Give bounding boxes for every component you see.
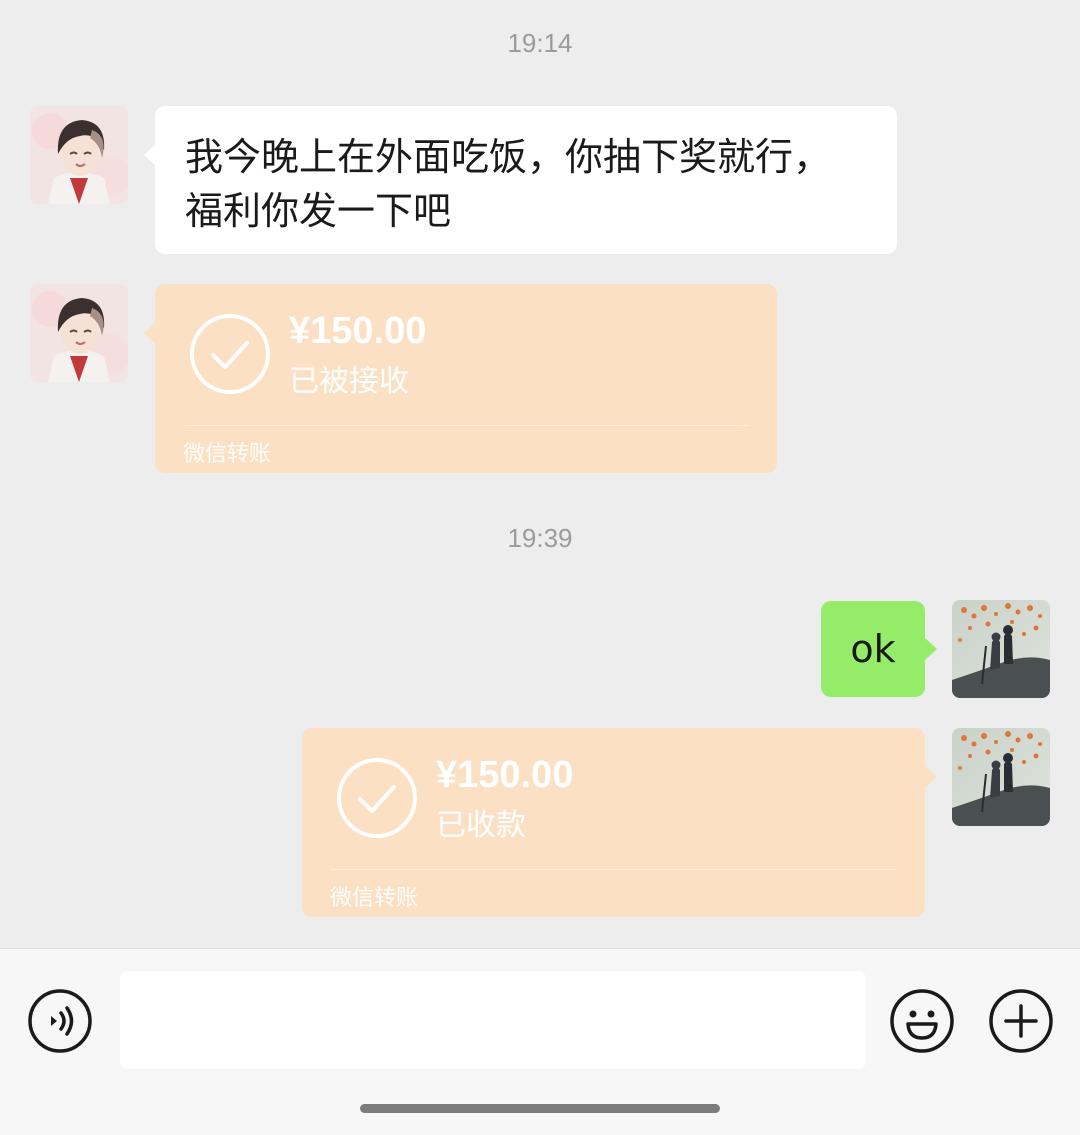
emoji-icon[interactable] [889, 988, 955, 1054]
transfer-card[interactable]: ¥150.00 已收款 微信转账 [302, 728, 925, 917]
transfer-footer: 微信转账 [330, 886, 419, 911]
message-text: ok [850, 627, 896, 671]
transfer-footer: 微信转账 [183, 442, 272, 467]
check-circle-icon [337, 758, 417, 838]
transfer-card[interactable]: ¥150.00 已被接收 微信转账 [155, 284, 777, 473]
plus-icon[interactable] [988, 988, 1054, 1054]
my-avatar[interactable] [952, 728, 1050, 826]
contact-avatar[interactable] [30, 106, 128, 204]
message-input[interactable] [120, 971, 866, 1069]
transfer-amount: ¥150.00 [289, 310, 427, 352]
divider [183, 425, 749, 426]
message-bubble[interactable]: 我今晚上在外面吃饭，你抽下奖就行， 福利你发一下吧 [155, 106, 897, 254]
transfer-status: 已收款 [436, 808, 526, 843]
bubble-tail [925, 766, 937, 788]
voice-icon[interactable] [27, 988, 93, 1054]
check-circle-icon [190, 314, 270, 394]
message-text-line: 我今晚上在外面吃饭，你抽下奖就行， [185, 135, 832, 179]
home-indicator[interactable] [360, 1104, 720, 1113]
timestamp: 19:14 [507, 28, 573, 58]
message-text-line: 福利你发一下吧 [185, 189, 452, 233]
my-avatar[interactable] [952, 600, 1050, 698]
message-bubble[interactable]: ok [821, 601, 925, 697]
timestamp: 19:39 [507, 523, 573, 553]
input-bar [0, 948, 1080, 1135]
transfer-amount: ¥150.00 [436, 754, 574, 796]
contact-avatar[interactable] [30, 284, 128, 382]
divider [330, 869, 896, 870]
bubble-tail [925, 638, 937, 660]
transfer-status: 已被接收 [289, 364, 409, 399]
chat-screen: 19:14 我今晚上在外面吃饭，你抽下奖就行， 福利你发一下吧 ¥150.00 … [0, 0, 1080, 1135]
